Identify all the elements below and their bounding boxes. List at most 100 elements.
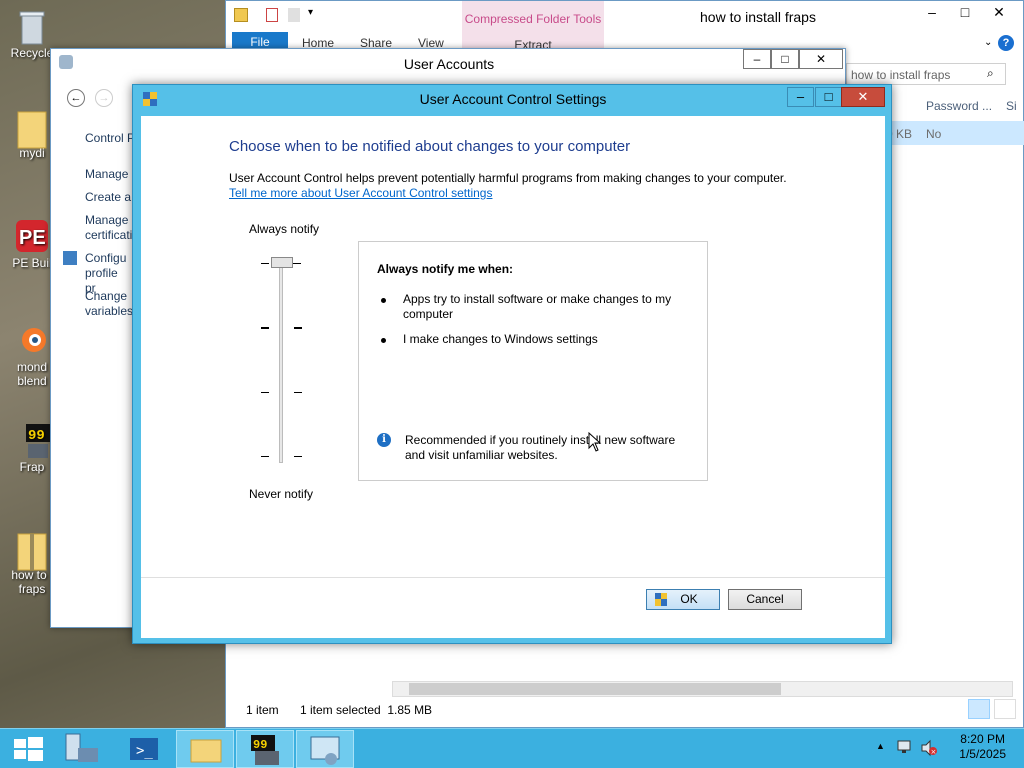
show-hidden-icons-chevron-icon[interactable]: ▲ bbox=[876, 741, 885, 751]
slider-tick bbox=[293, 263, 301, 264]
contextual-tab-label: Compressed Folder Tools bbox=[464, 12, 602, 26]
taskbar-clock[interactable]: 8:20 PM 1/5/2025 bbox=[959, 732, 1006, 762]
slider-thumb[interactable] bbox=[271, 257, 293, 268]
fraps-icon: 99 bbox=[251, 735, 279, 765]
sidebar-item-certificates[interactable]: Manage certificati bbox=[85, 213, 132, 243]
taskbar-powershell[interactable]: >_ bbox=[116, 730, 174, 768]
control-panel-icon bbox=[310, 736, 340, 765]
customize-qat-chevron-icon[interactable]: ▾ bbox=[308, 7, 313, 18]
scrollbar-thumb[interactable] bbox=[409, 683, 781, 695]
zip-folder-icon bbox=[14, 530, 50, 571]
server-manager-icon bbox=[65, 733, 98, 762]
explorer-title: how to install fraps bbox=[700, 9, 816, 25]
clock-time: 8:20 PM bbox=[960, 732, 1005, 746]
close-button[interactable]: ✕ bbox=[976, 1, 1022, 23]
help-icon[interactable]: ? bbox=[998, 35, 1014, 51]
pe-builder-icon: PE bbox=[14, 218, 50, 254]
maximize-button[interactable]: □ bbox=[771, 49, 799, 69]
network-icon[interactable] bbox=[896, 739, 912, 755]
compressed-folder-tools-tab[interactable]: Compressed Folder Tools Extract bbox=[462, 1, 604, 52]
slider-tick bbox=[294, 456, 302, 457]
selected-file-row[interactable]: 0 KB No bbox=[886, 121, 1024, 145]
minimize-button[interactable]: – bbox=[787, 87, 814, 107]
ok-button[interactable]: OK bbox=[646, 589, 720, 610]
close-button[interactable]: ✕ bbox=[799, 49, 843, 69]
recycle-bin-icon bbox=[14, 8, 50, 45]
cancel-button[interactable]: Cancel bbox=[728, 589, 802, 610]
details-view-icon[interactable] bbox=[968, 699, 990, 719]
fraps-icon: 99 bbox=[14, 422, 50, 458]
start-button[interactable] bbox=[0, 730, 58, 768]
search-box[interactable]: how to install fraps ⌕ bbox=[846, 63, 1006, 85]
admin-shield-icon bbox=[655, 593, 667, 606]
explorer-titlebar[interactable]: ▾ Compressed Folder Tools Extract how to… bbox=[226, 1, 1023, 52]
new-folder-icon[interactable] bbox=[288, 8, 300, 22]
taskbar-server-manager[interactable] bbox=[52, 730, 110, 768]
slider-tick bbox=[261, 392, 269, 393]
sidebar-item-control-panel[interactable]: Control P bbox=[85, 131, 135, 146]
slider-bottom-label: Never notify bbox=[249, 487, 314, 501]
notification-description-panel: Always notify me when: Apps try to insta… bbox=[358, 241, 708, 481]
large-icons-view-icon[interactable] bbox=[994, 699, 1016, 719]
user-accounts-titlebar[interactable]: User Accounts – □ ✕ bbox=[51, 49, 845, 79]
bullet-text: I make changes to Windows settings bbox=[403, 332, 598, 346]
svg-text:PE: PE bbox=[19, 227, 46, 249]
uac-heading: Choose when to be notified about changes… bbox=[229, 138, 631, 155]
folder-icon bbox=[14, 108, 50, 149]
slider-tick bbox=[294, 392, 302, 393]
slider-top-label: Always notify bbox=[249, 222, 320, 236]
blender-icon bbox=[14, 322, 50, 358]
clock-date: 1/5/2025 bbox=[959, 747, 1006, 761]
minimize-button[interactable]: – bbox=[915, 1, 949, 23]
column-header-password[interactable]: Password ... bbox=[926, 99, 992, 113]
mouse-cursor-icon bbox=[588, 431, 602, 455]
horizontal-scrollbar[interactable] bbox=[392, 681, 1013, 697]
sidebar-item-variables[interactable]: Change variables bbox=[85, 289, 133, 319]
recommendation-text: Recommended if you routinely install new… bbox=[405, 433, 676, 462]
panel-title: Always notify me when: bbox=[377, 262, 514, 276]
footer-divider bbox=[141, 577, 885, 578]
volume-muted-icon[interactable]: × bbox=[920, 739, 938, 757]
uac-title: User Account Control Settings bbox=[419, 91, 607, 107]
forward-arrow-icon[interactable]: → bbox=[95, 89, 113, 107]
taskbar-fraps[interactable]: 99 bbox=[236, 730, 294, 768]
uac-description: User Account Control helps prevent poten… bbox=[229, 171, 787, 185]
uac-client-area: Choose when to be notified about changes… bbox=[141, 116, 885, 638]
taskbar-control-panel[interactable] bbox=[296, 730, 354, 768]
bullet-dot bbox=[381, 298, 386, 303]
slider-track[interactable] bbox=[279, 261, 283, 463]
column-header-size[interactable]: Si bbox=[1006, 99, 1017, 113]
slider-tick bbox=[294, 327, 302, 329]
search-input[interactable]: how to install fraps bbox=[851, 68, 950, 82]
status-selected: 1 item selected 1.85 MB bbox=[300, 703, 433, 717]
bullet-item: I make changes to Windows settings bbox=[381, 332, 691, 347]
quick-access-folder-icon[interactable] bbox=[234, 8, 248, 22]
taskbar-file-explorer[interactable] bbox=[176, 730, 234, 768]
user-accounts-title: User Accounts bbox=[403, 56, 495, 72]
info-icon: i bbox=[377, 433, 391, 447]
bullet-item: Apps try to install software or make cha… bbox=[381, 292, 691, 322]
sidebar-item-manage[interactable]: Manage bbox=[85, 167, 128, 182]
search-icon[interactable]: ⌕ bbox=[987, 66, 994, 81]
windows-logo-icon bbox=[14, 737, 43, 761]
learn-more-link[interactable]: Tell me more about User Account Control … bbox=[229, 186, 492, 200]
maximize-button[interactable]: □ bbox=[815, 87, 842, 107]
bullet-text: Apps try to install software or make cha… bbox=[403, 292, 672, 321]
properties-icon[interactable] bbox=[266, 8, 278, 22]
powershell-icon: >_ bbox=[130, 738, 158, 760]
minimize-button[interactable]: – bbox=[743, 49, 771, 69]
file-explorer-icon bbox=[190, 739, 222, 763]
uac-settings-dialog[interactable]: User Account Control Settings – □ ✕ Choo… bbox=[132, 84, 892, 644]
ok-button-label: OK bbox=[680, 592, 698, 606]
close-button[interactable]: ✕ bbox=[841, 87, 885, 107]
sidebar-item-create[interactable]: Create a bbox=[85, 190, 131, 205]
ribbon-expand-chevron-icon[interactable]: ⌄ bbox=[984, 37, 992, 48]
slider-tick bbox=[261, 263, 269, 264]
svg-text:99: 99 bbox=[253, 738, 267, 752]
back-arrow-icon[interactable]: ← bbox=[67, 89, 85, 107]
svg-text:×: × bbox=[931, 748, 937, 756]
slider-tick bbox=[261, 456, 269, 457]
svg-text:99: 99 bbox=[28, 428, 45, 444]
slider-tick bbox=[261, 327, 269, 329]
taskbar: >_ 99 ▲ × 8:20 PM 1/5/2025 bbox=[0, 728, 1024, 768]
